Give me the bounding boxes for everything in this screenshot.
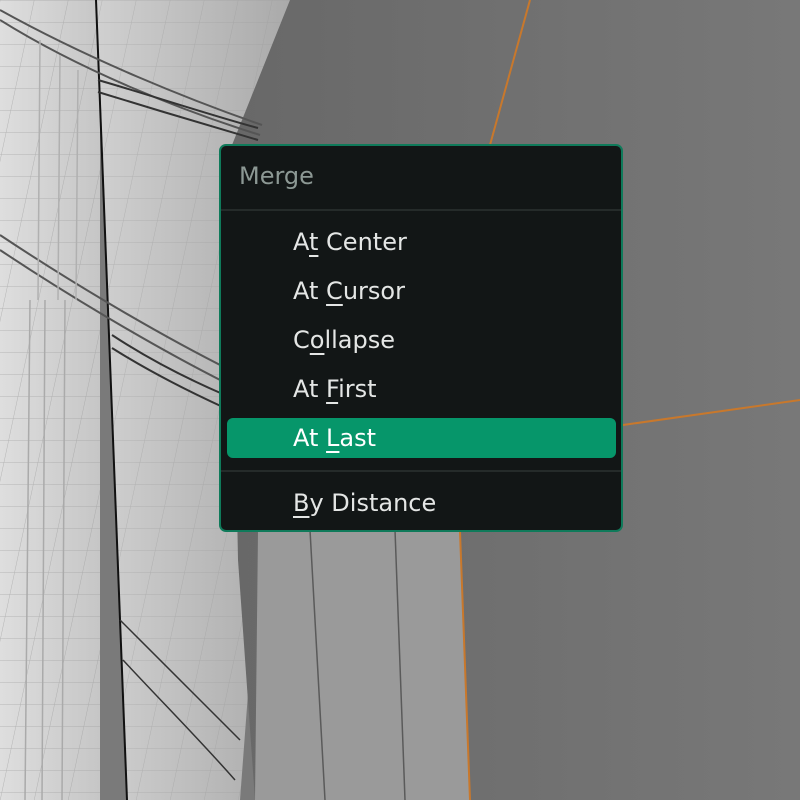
menu-item-label: At Center: [293, 228, 407, 256]
menu-item-at-last[interactable]: At Last: [227, 418, 616, 458]
menu-separator: [221, 209, 621, 211]
menu-item-label: At Last: [293, 424, 377, 452]
menu-title: Merge: [239, 162, 314, 190]
menu-item-at-first[interactable]: At First: [227, 369, 616, 409]
menu-item-at-cursor[interactable]: At Cursor: [227, 271, 616, 311]
menu-item-label: At Cursor: [293, 277, 405, 305]
menu-item-collapse[interactable]: Collapse: [227, 320, 616, 360]
menu-item-label: At First: [293, 375, 377, 403]
menu-item-by-distance[interactable]: By Distance: [227, 483, 616, 523]
menu-item-label: Collapse: [293, 326, 395, 354]
menu-item-label: By Distance: [293, 489, 437, 517]
menu-item-at-center[interactable]: At Center: [227, 222, 616, 262]
menu-separator: [221, 470, 621, 472]
merge-popup-menu: Merge At Center At Cursor Collapse At Fi…: [219, 144, 623, 532]
